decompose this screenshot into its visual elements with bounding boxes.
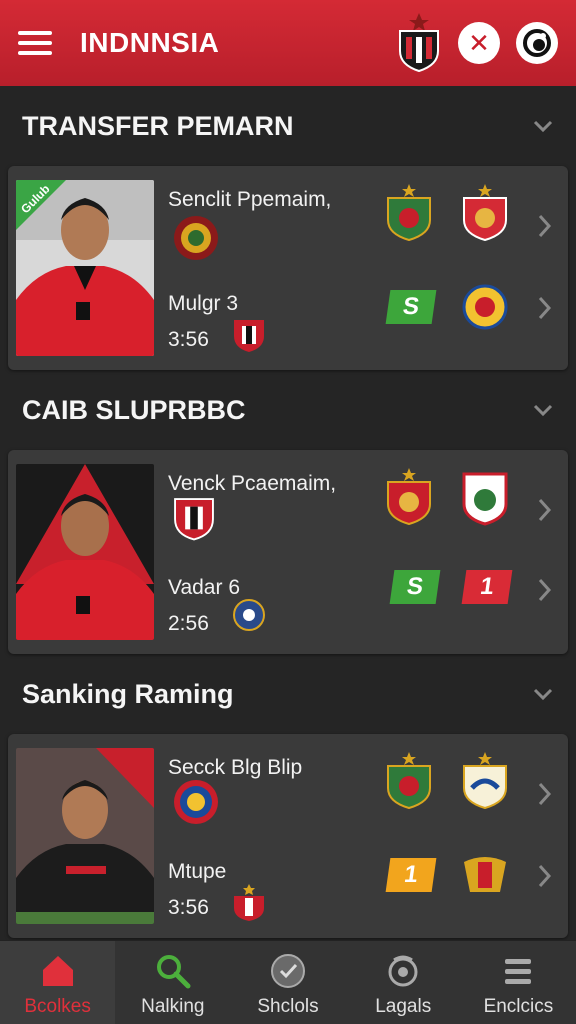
nav-label: Lagals <box>375 996 432 1017</box>
refresh-button[interactable] <box>516 22 558 64</box>
player-photo: Gulub <box>16 180 154 356</box>
app-header: INDNNSIA ✕ <box>0 0 576 86</box>
club-crest-icon[interactable] <box>396 13 442 73</box>
player-photo <box>16 748 154 924</box>
match-time: 3:56 <box>168 328 209 351</box>
chevron-right-icon[interactable] <box>534 780 554 808</box>
score-badge: 1 <box>385 858 437 892</box>
team-crest-icon <box>234 884 264 921</box>
match-card[interactable]: Venck Pcaemaim, Vadar 6 2:56 S 1 <box>8 450 568 654</box>
team-badges-top <box>384 184 510 242</box>
team-crest-icon <box>234 320 264 352</box>
nav-item-leagues[interactable]: Lagals <box>346 941 461 1024</box>
match-time: 2:56 <box>168 612 209 635</box>
header-actions: ✕ <box>396 13 558 73</box>
home-icon <box>42 956 73 986</box>
team-crest-icon <box>463 184 507 242</box>
close-icon: ✕ <box>468 28 490 58</box>
card-body: Senclit Ppemaim, Mulgr 3 3:56 S <box>154 166 568 370</box>
team-badges-top <box>384 752 510 810</box>
section-title: CAIB SLUPRBBC <box>22 394 246 425</box>
match-round: Mtupe <box>168 860 227 883</box>
player-photo <box>16 464 154 640</box>
chevron-down-icon[interactable] <box>532 399 554 421</box>
score-row: S 1 <box>389 570 513 604</box>
app-title: INDNNSIA <box>80 27 220 58</box>
nav-item-more[interactable]: Enclcics <box>461 941 576 1024</box>
team-crest-icon <box>387 468 431 526</box>
team-crest-icon <box>233 599 265 631</box>
chevron-right-icon[interactable] <box>534 576 554 604</box>
section-header-1[interactable]: TRANSFER PEMARN <box>0 86 576 166</box>
nav-label: Shclols <box>257 996 319 1017</box>
match-title: Secck Blg Blip <box>168 756 303 779</box>
team-crest-icon <box>462 472 508 526</box>
chevron-right-icon[interactable] <box>534 212 554 240</box>
match-round: Vadar 6 <box>168 576 240 599</box>
match-title: Venck Pcaemaim, <box>168 472 337 495</box>
match-title: Senclit Ppemaim, <box>168 188 332 211</box>
team-crest-icon <box>464 857 506 892</box>
chevron-down-icon[interactable] <box>532 683 554 705</box>
match-round: Mulgr 3 <box>168 292 239 315</box>
hamburger-icon[interactable] <box>18 23 58 63</box>
section-title: TRANSFER PEMARN <box>22 110 294 141</box>
nav-item-search[interactable]: Nalking <box>115 941 230 1024</box>
match-card[interactable]: Gulub Senclit Ppemaim, Mulgr 3 3:56 S <box>8 166 568 370</box>
team-crest-icon <box>387 752 431 810</box>
section-title: Sanking Raming <box>22 678 234 709</box>
score-row: S <box>385 284 510 330</box>
bottom-navigation: Bcolkes Nalking Shclols Lagals Enclcics <box>0 940 576 1024</box>
team-crest-icon <box>174 780 218 824</box>
team-crest-icon <box>463 752 507 810</box>
score-badge: S <box>385 290 437 324</box>
section-header-2[interactable]: CAIB SLUPRBBC <box>0 370 576 450</box>
nav-label: Bcolkes <box>24 996 91 1017</box>
clock-icon <box>271 954 305 988</box>
menu-icon <box>505 959 532 984</box>
team-crest-icon <box>174 498 214 541</box>
globe-icon <box>388 955 418 987</box>
nav-label: Nalking <box>141 996 205 1017</box>
score-badge: S <box>389 570 441 604</box>
chevron-down-icon[interactable] <box>532 115 554 137</box>
match-time: 3:56 <box>168 896 209 919</box>
refresh-icon <box>523 29 551 57</box>
chevron-right-icon[interactable] <box>534 862 554 890</box>
match-card[interactable]: Secck Blg Blip Mtupe 3:56 1 <box>8 734 568 938</box>
team-crest-icon <box>387 184 431 242</box>
chevron-right-icon[interactable] <box>534 294 554 322</box>
score-row: 1 <box>385 852 510 898</box>
team-crest-icon <box>462 284 508 330</box>
card-body: Venck Pcaemaim, Vadar 6 2:56 S 1 <box>154 450 568 654</box>
close-button[interactable]: ✕ <box>458 22 500 64</box>
nav-label: Enclcics <box>483 996 554 1017</box>
section-header-3[interactable]: Sanking Raming <box>0 654 576 734</box>
team-badges-top <box>384 468 510 526</box>
team-crest-icon <box>174 216 218 260</box>
main-content: TRANSFER PEMARN Gulub Senclit Ppemaim, M… <box>0 86 576 940</box>
chevron-right-icon[interactable] <box>534 496 554 524</box>
card-body: Secck Blg Blip Mtupe 3:56 1 <box>154 734 568 938</box>
nav-item-schedule[interactable]: Shclols <box>230 941 345 1024</box>
nav-item-home[interactable]: Bcolkes <box>0 941 116 1024</box>
search-icon <box>156 955 191 989</box>
score-badge: 1 <box>461 570 513 604</box>
